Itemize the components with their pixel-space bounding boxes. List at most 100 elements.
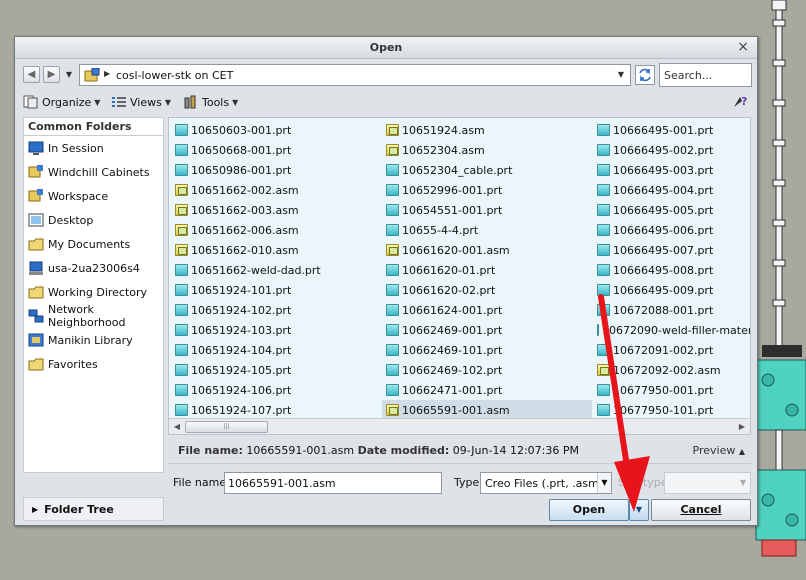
file-item[interactable]: 10651924-105.prt bbox=[171, 360, 381, 380]
file-item[interactable]: 10662469-001.prt bbox=[382, 320, 592, 340]
tools-menu[interactable]: Tools ▼ bbox=[183, 93, 238, 111]
file-item[interactable]: 10651924-103.prt bbox=[171, 320, 381, 340]
file-item[interactable]: 10651924.asm bbox=[382, 120, 592, 140]
file-item[interactable]: 10665591-001.asm bbox=[382, 400, 592, 420]
sidebar-item-desktop[interactable]: Desktop bbox=[24, 208, 163, 232]
file-item[interactable]: 10661620-001.asm bbox=[382, 240, 592, 260]
file-item[interactable]: 10651924-102.prt bbox=[171, 300, 381, 320]
file-item[interactable]: 10650603-001.prt bbox=[171, 120, 381, 140]
file-item[interactable]: 10666495-003.prt bbox=[593, 160, 750, 180]
file-item[interactable]: 10661624-001.prt bbox=[382, 300, 592, 320]
file-item[interactable]: 10666495-007.prt bbox=[593, 240, 750, 260]
file-item[interactable]: 10672091-002.prt bbox=[593, 340, 750, 360]
file-name: 10666495-008.prt bbox=[613, 263, 714, 277]
file-item[interactable]: 10651924-106.prt bbox=[171, 380, 381, 400]
file-item[interactable]: 10677950-101.prt bbox=[593, 400, 750, 420]
open-button[interactable]: Open bbox=[549, 499, 629, 521]
file-item[interactable]: 10651924-101.prt bbox=[171, 280, 381, 300]
scroll-left-button[interactable]: ◀ bbox=[170, 420, 184, 434]
sidebar-item-network-neighborhood[interactable]: Network Neighborhood bbox=[24, 303, 163, 329]
scroll-right-button[interactable]: ▶ bbox=[735, 420, 749, 434]
file-item[interactable]: 10651662-006.asm bbox=[171, 220, 381, 240]
file-item[interactable]: 10654551-001.prt bbox=[382, 200, 592, 220]
favorites-folder-icon bbox=[28, 358, 44, 371]
file-item[interactable]: 10652304.asm bbox=[382, 140, 592, 160]
file-item[interactable]: 10672092-002.asm bbox=[593, 360, 750, 380]
file-name-input[interactable]: 10665591-001.asm bbox=[224, 472, 442, 494]
file-item[interactable]: 10672090-weld-filler-materia bbox=[593, 320, 750, 340]
file-item[interactable]: 10662469-101.prt bbox=[382, 340, 592, 360]
file-item[interactable]: 10666495-001.prt bbox=[593, 120, 750, 140]
preview-toggle[interactable]: Preview ▲ bbox=[693, 444, 745, 457]
file-item[interactable]: 10666495-002.prt bbox=[593, 140, 750, 160]
file-item[interactable]: 10662471-001.prt bbox=[382, 380, 592, 400]
folder-tree-toggle[interactable]: ▶ Folder Tree bbox=[23, 497, 164, 521]
scrollbar-thumb[interactable]: ||| bbox=[185, 421, 268, 433]
file-item[interactable]: 10666495-009.prt bbox=[593, 280, 750, 300]
file-item[interactable]: 10655-4-4.prt bbox=[382, 220, 592, 240]
sidebar-item-favorites[interactable]: Favorites bbox=[24, 352, 163, 376]
sidebar-item-usa-2ua23006s4[interactable]: usa-2ua23006s4 bbox=[24, 256, 163, 280]
part-file-icon bbox=[175, 344, 188, 356]
horizontal-scrollbar[interactable]: ◀ ||| ▶ bbox=[169, 418, 750, 434]
sidebar-item-label: Favorites bbox=[48, 357, 98, 371]
file-item[interactable]: 10666495-006.prt bbox=[593, 220, 750, 240]
subtype-label: Sub-type bbox=[618, 476, 668, 489]
sidebar-item-my-documents[interactable]: My Documents bbox=[24, 232, 163, 256]
help-icon[interactable]: ? bbox=[731, 93, 749, 111]
views-label: Views bbox=[130, 95, 162, 109]
file-item[interactable]: 10650668-001.prt bbox=[171, 140, 381, 160]
sidebar-item-in-session[interactable]: In Session bbox=[24, 136, 163, 160]
file-item[interactable]: 10666495-005.prt bbox=[593, 200, 750, 220]
sidebar-item-working-directory[interactable]: Working Directory bbox=[24, 280, 163, 304]
sidebar-item-label: My Documents bbox=[48, 237, 131, 251]
search-input[interactable]: Search... bbox=[659, 63, 752, 87]
file-item[interactable]: 10652996-001.prt bbox=[382, 180, 592, 200]
sidebar-item-manikin-library[interactable]: Manikin Library bbox=[24, 328, 163, 352]
forward-button[interactable]: ▶ bbox=[43, 66, 60, 83]
file-item[interactable]: 10651662-003.asm bbox=[171, 200, 381, 220]
part-file-icon bbox=[175, 264, 188, 276]
file-item[interactable]: 10666495-004.prt bbox=[593, 180, 750, 200]
file-item[interactable]: 10650986-001.prt bbox=[171, 160, 381, 180]
organize-menu[interactable]: Organize ▼ bbox=[23, 93, 100, 111]
dialog-titlebar[interactable]: Open × bbox=[15, 37, 757, 59]
file-item[interactable]: 10651924-107.prt bbox=[171, 400, 381, 420]
file-list[interactable]: 10650603-001.prt 10650668-001.prt 10650986… bbox=[168, 117, 751, 435]
assembly-file-icon bbox=[386, 144, 399, 156]
sidebar-item-windchill-cabinets[interactable]: Windchill Cabinets bbox=[24, 160, 163, 184]
svg-text:?: ? bbox=[741, 95, 747, 108]
file-type-select[interactable]: Creo Files (.prt, .asm, . ▼ bbox=[480, 472, 612, 494]
chevron-down-icon[interactable]: ▼ bbox=[597, 473, 611, 493]
assembly-file-icon bbox=[386, 124, 399, 136]
file-name: 10651924-107.prt bbox=[191, 403, 292, 417]
file-item[interactable]: 10651662-002.asm bbox=[171, 180, 381, 200]
file-item[interactable]: 10652304_cable.prt bbox=[382, 160, 592, 180]
address-bar[interactable]: ▶ cosl-lower-stk on CET ▼ bbox=[79, 64, 631, 86]
file-name: 10652304_cable.prt bbox=[402, 163, 513, 177]
file-name: 10651924-103.prt bbox=[191, 323, 292, 337]
file-item[interactable]: 10651924-104.prt bbox=[171, 340, 381, 360]
sidebar-item-workspace[interactable]: Workspace bbox=[24, 184, 163, 208]
file-name: 10651662-006.asm bbox=[191, 223, 299, 237]
subtype-select[interactable]: ▼ bbox=[664, 472, 751, 494]
back-button[interactable]: ◀ bbox=[23, 66, 40, 83]
views-menu[interactable]: Views ▼ bbox=[111, 93, 171, 111]
file-item[interactable]: 10672088-001.prt bbox=[593, 300, 750, 320]
tools-icon bbox=[184, 95, 196, 109]
file-item[interactable]: 10661620-02.prt bbox=[382, 280, 592, 300]
preview-label: Preview bbox=[692, 444, 736, 457]
history-dropdown[interactable]: ▼ bbox=[63, 66, 75, 83]
file-item[interactable]: 10651662-weld-dad.prt bbox=[171, 260, 381, 280]
refresh-button[interactable] bbox=[635, 65, 655, 85]
cancel-button[interactable]: Cancel bbox=[651, 499, 751, 521]
close-icon[interactable]: × bbox=[737, 39, 749, 55]
file-item[interactable]: 10677950-001.prt bbox=[593, 380, 750, 400]
file-item[interactable]: 10666495-008.prt bbox=[593, 260, 750, 280]
file-item[interactable]: 10662469-102.prt bbox=[382, 360, 592, 380]
file-item[interactable]: 10661620-01.prt bbox=[382, 260, 592, 280]
address-dropdown-icon[interactable]: ▼ bbox=[614, 67, 628, 83]
type-label: Type bbox=[454, 476, 480, 489]
file-item[interactable]: 10651662-010.asm bbox=[171, 240, 381, 260]
open-options-dropdown[interactable]: ▼ bbox=[629, 499, 649, 521]
